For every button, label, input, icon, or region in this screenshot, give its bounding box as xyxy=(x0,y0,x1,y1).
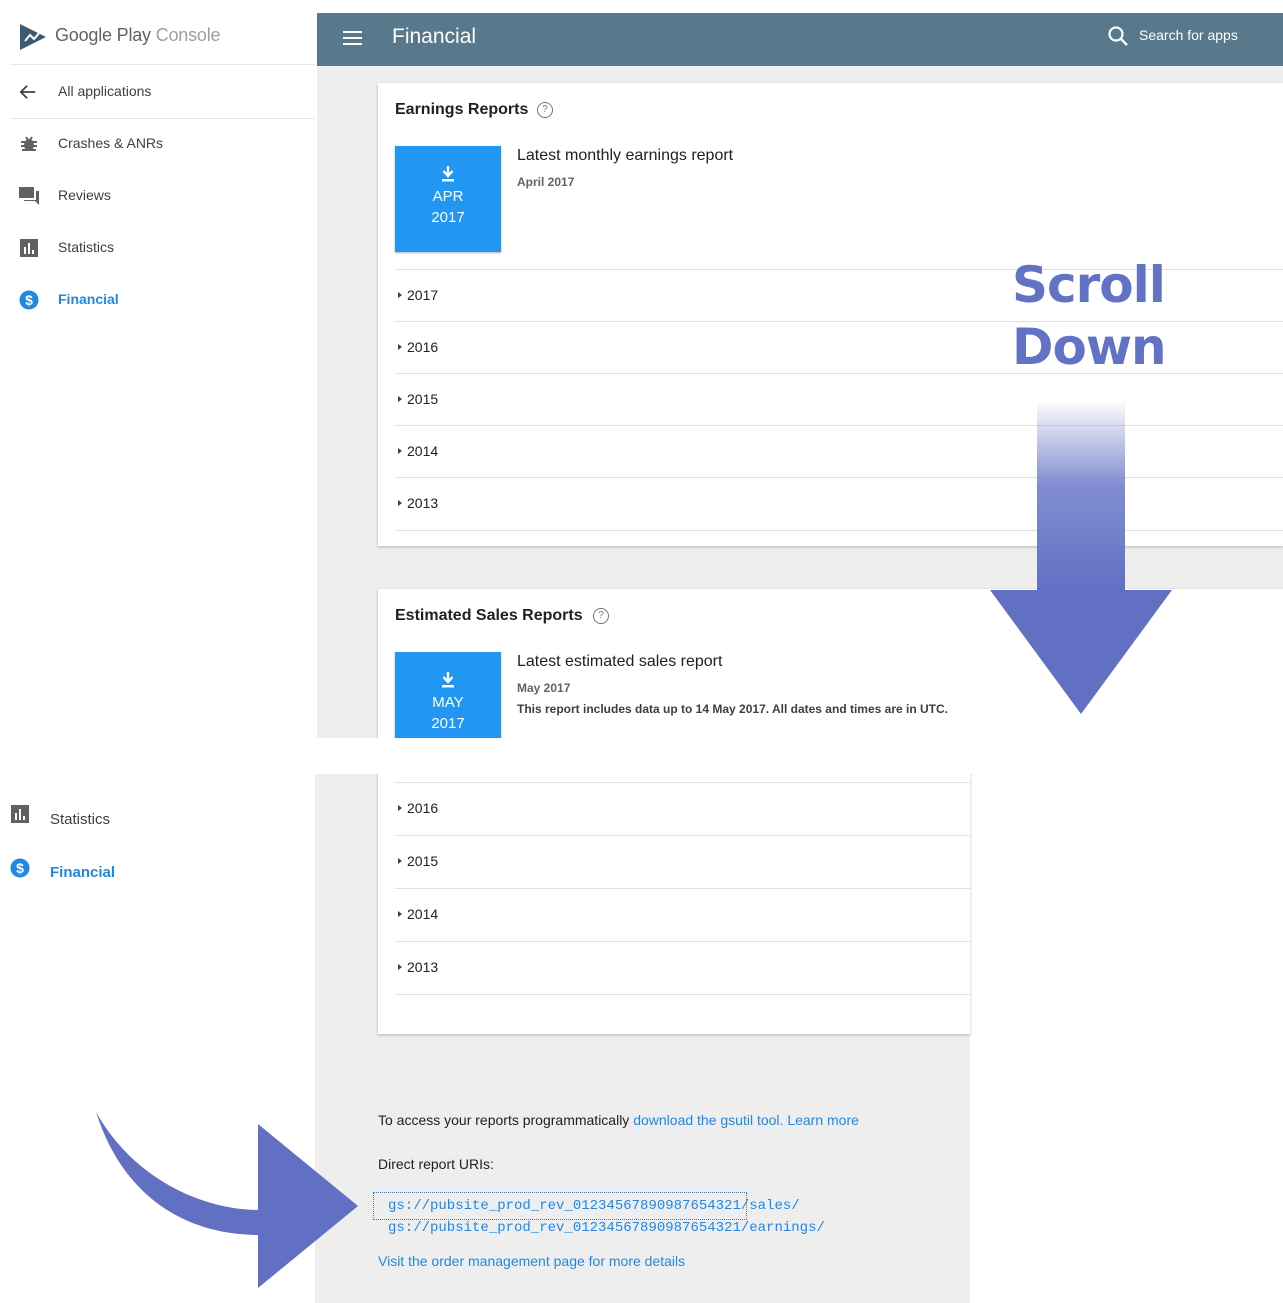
expand-caret-icon xyxy=(398,911,402,917)
financial-icon: $ xyxy=(19,290,39,310)
year-label: 2014 xyxy=(407,906,439,922)
menu-icon[interactable] xyxy=(343,31,362,46)
financial-icon: $ xyxy=(10,858,30,878)
learn-more-link[interactable]: Learn more xyxy=(787,1112,859,1128)
expand-caret-icon xyxy=(398,805,402,811)
sidebar-item-statistics[interactable]: Statistics xyxy=(0,804,315,834)
sidebar-item-reviews[interactable]: Reviews xyxy=(10,170,315,222)
sidebar-item-label: Financial xyxy=(58,291,119,307)
year-label: 2017 xyxy=(407,774,438,775)
main-content: 2017 2016 2015 2014 2013 To access your … xyxy=(315,774,970,1303)
sidebar-item-financial[interactable]: $ Financial xyxy=(0,858,315,888)
sidebar-item-label: Financial xyxy=(50,864,116,881)
sidebar: Google Play Console All applications Cra… xyxy=(0,0,317,738)
reviews-icon xyxy=(19,187,39,205)
tile-year: 2017 xyxy=(431,715,465,732)
tile-month: MAY xyxy=(432,694,464,711)
year-label: 2017 xyxy=(407,287,439,303)
expand-caret-icon xyxy=(398,964,402,970)
programmatic-access-label: To access your reports programmatically xyxy=(378,1112,630,1128)
year-label: 2016 xyxy=(407,800,439,816)
search-icon[interactable] xyxy=(1107,25,1129,47)
statistics-icon xyxy=(20,239,38,257)
latest-earnings-month: April 2017 xyxy=(517,175,575,189)
top-app-bar: Financial Search for apps xyxy=(317,13,1283,66)
latest-sales-note: This report includes data up to 14 May 2… xyxy=(517,702,949,716)
sidebar-item-label: Statistics xyxy=(58,239,115,255)
help-icon[interactable]: ? xyxy=(593,608,609,624)
play-console-logo-icon xyxy=(20,24,46,50)
pointing-arrow-icon xyxy=(96,1112,358,1288)
bottom-screenshot: Statistics $ Financial 2017 2016 2015 20… xyxy=(0,774,1283,1303)
order-management-link[interactable]: Visit the order management page for more… xyxy=(378,1253,685,1269)
direct-report-uris-label: Direct report URIs: xyxy=(378,1156,494,1172)
top-screenshot: Google Play Console All applications Cra… xyxy=(0,0,1283,738)
year-label: 2016 xyxy=(407,339,439,355)
year-row-2016[interactable]: 2016 xyxy=(395,782,970,835)
arrow-back-icon xyxy=(19,85,36,99)
year-label: 2013 xyxy=(407,495,439,511)
latest-sales-title: Latest estimated sales report xyxy=(517,653,723,670)
earnings-reports-title: Earnings Reports xyxy=(395,101,529,118)
svg-text:$: $ xyxy=(16,860,24,876)
logo-text-console: Console xyxy=(155,25,221,45)
scroll-down-arrow-icon xyxy=(990,400,1172,714)
sidebar-item-label: Statistics xyxy=(50,811,111,828)
year-label: 2015 xyxy=(407,853,439,869)
bug-icon xyxy=(21,136,37,151)
all-applications-link[interactable]: All applications xyxy=(10,66,315,119)
all-applications-label: All applications xyxy=(58,83,152,99)
sidebar-item-statistics[interactable]: Statistics xyxy=(10,222,315,274)
expand-caret-icon xyxy=(398,858,402,864)
expand-caret-icon xyxy=(398,396,402,402)
year-label: 2014 xyxy=(407,443,439,459)
earnings-uri[interactable]: gs://pubsite_prod_rev_012345678909876543… xyxy=(388,1220,825,1236)
download-icon xyxy=(442,672,454,688)
sidebar-item-crashes[interactable]: Crashes & ANRs xyxy=(10,118,315,170)
statistics-icon xyxy=(11,805,29,823)
expand-caret-icon xyxy=(398,344,402,350)
gsutil-download-link[interactable]: download the gsutil tool. xyxy=(633,1112,783,1128)
tile-month: APR xyxy=(432,188,464,205)
scroll-annotation-line2: Down xyxy=(1012,318,1167,376)
download-icon xyxy=(442,166,454,182)
expand-caret-icon xyxy=(398,500,402,506)
sales-uri[interactable]: gs://pubsite_prod_rev_012345678909876543… xyxy=(388,1198,800,1214)
sidebar-item-financial[interactable]: $ Financial xyxy=(10,274,315,326)
search-apps-input[interactable]: Search for apps xyxy=(1139,27,1238,43)
year-row-2013[interactable]: 2013 xyxy=(395,941,970,995)
scroll-annotation-line1: Scroll xyxy=(1012,256,1166,314)
expand-caret-icon xyxy=(398,448,402,454)
latest-sales-month: May 2017 xyxy=(517,681,571,695)
year-row-2014[interactable]: 2014 xyxy=(395,888,970,941)
sales-reports-title: Estimated Sales Reports xyxy=(395,607,583,624)
svg-text:$: $ xyxy=(25,292,33,308)
help-icon[interactable]: ? xyxy=(537,102,553,118)
play-console-logo[interactable]: Google Play Console xyxy=(10,12,315,65)
sidebar-item-label: Crashes & ANRs xyxy=(58,135,164,151)
year-label: 2013 xyxy=(407,959,439,975)
year-row-2015[interactable]: 2015 xyxy=(395,835,970,888)
programmatic-access-text: To access your reports programmatically … xyxy=(378,1112,859,1128)
expand-caret-icon xyxy=(398,292,402,298)
sidebar-item-label: Reviews xyxy=(58,187,111,203)
latest-earnings-title: Latest monthly earnings report xyxy=(517,147,734,164)
sales-download-button[interactable]: MAY 2017 xyxy=(395,652,501,738)
earnings-download-button[interactable]: APR 2017 xyxy=(395,146,501,252)
sales-reports-card-continued: 2017 2016 2015 2014 2013 xyxy=(378,774,970,1034)
logo-text-main: Google Play xyxy=(55,25,151,45)
page-title: Financial xyxy=(392,25,477,48)
year-label: 2015 xyxy=(407,391,439,407)
tile-year: 2017 xyxy=(431,209,465,226)
